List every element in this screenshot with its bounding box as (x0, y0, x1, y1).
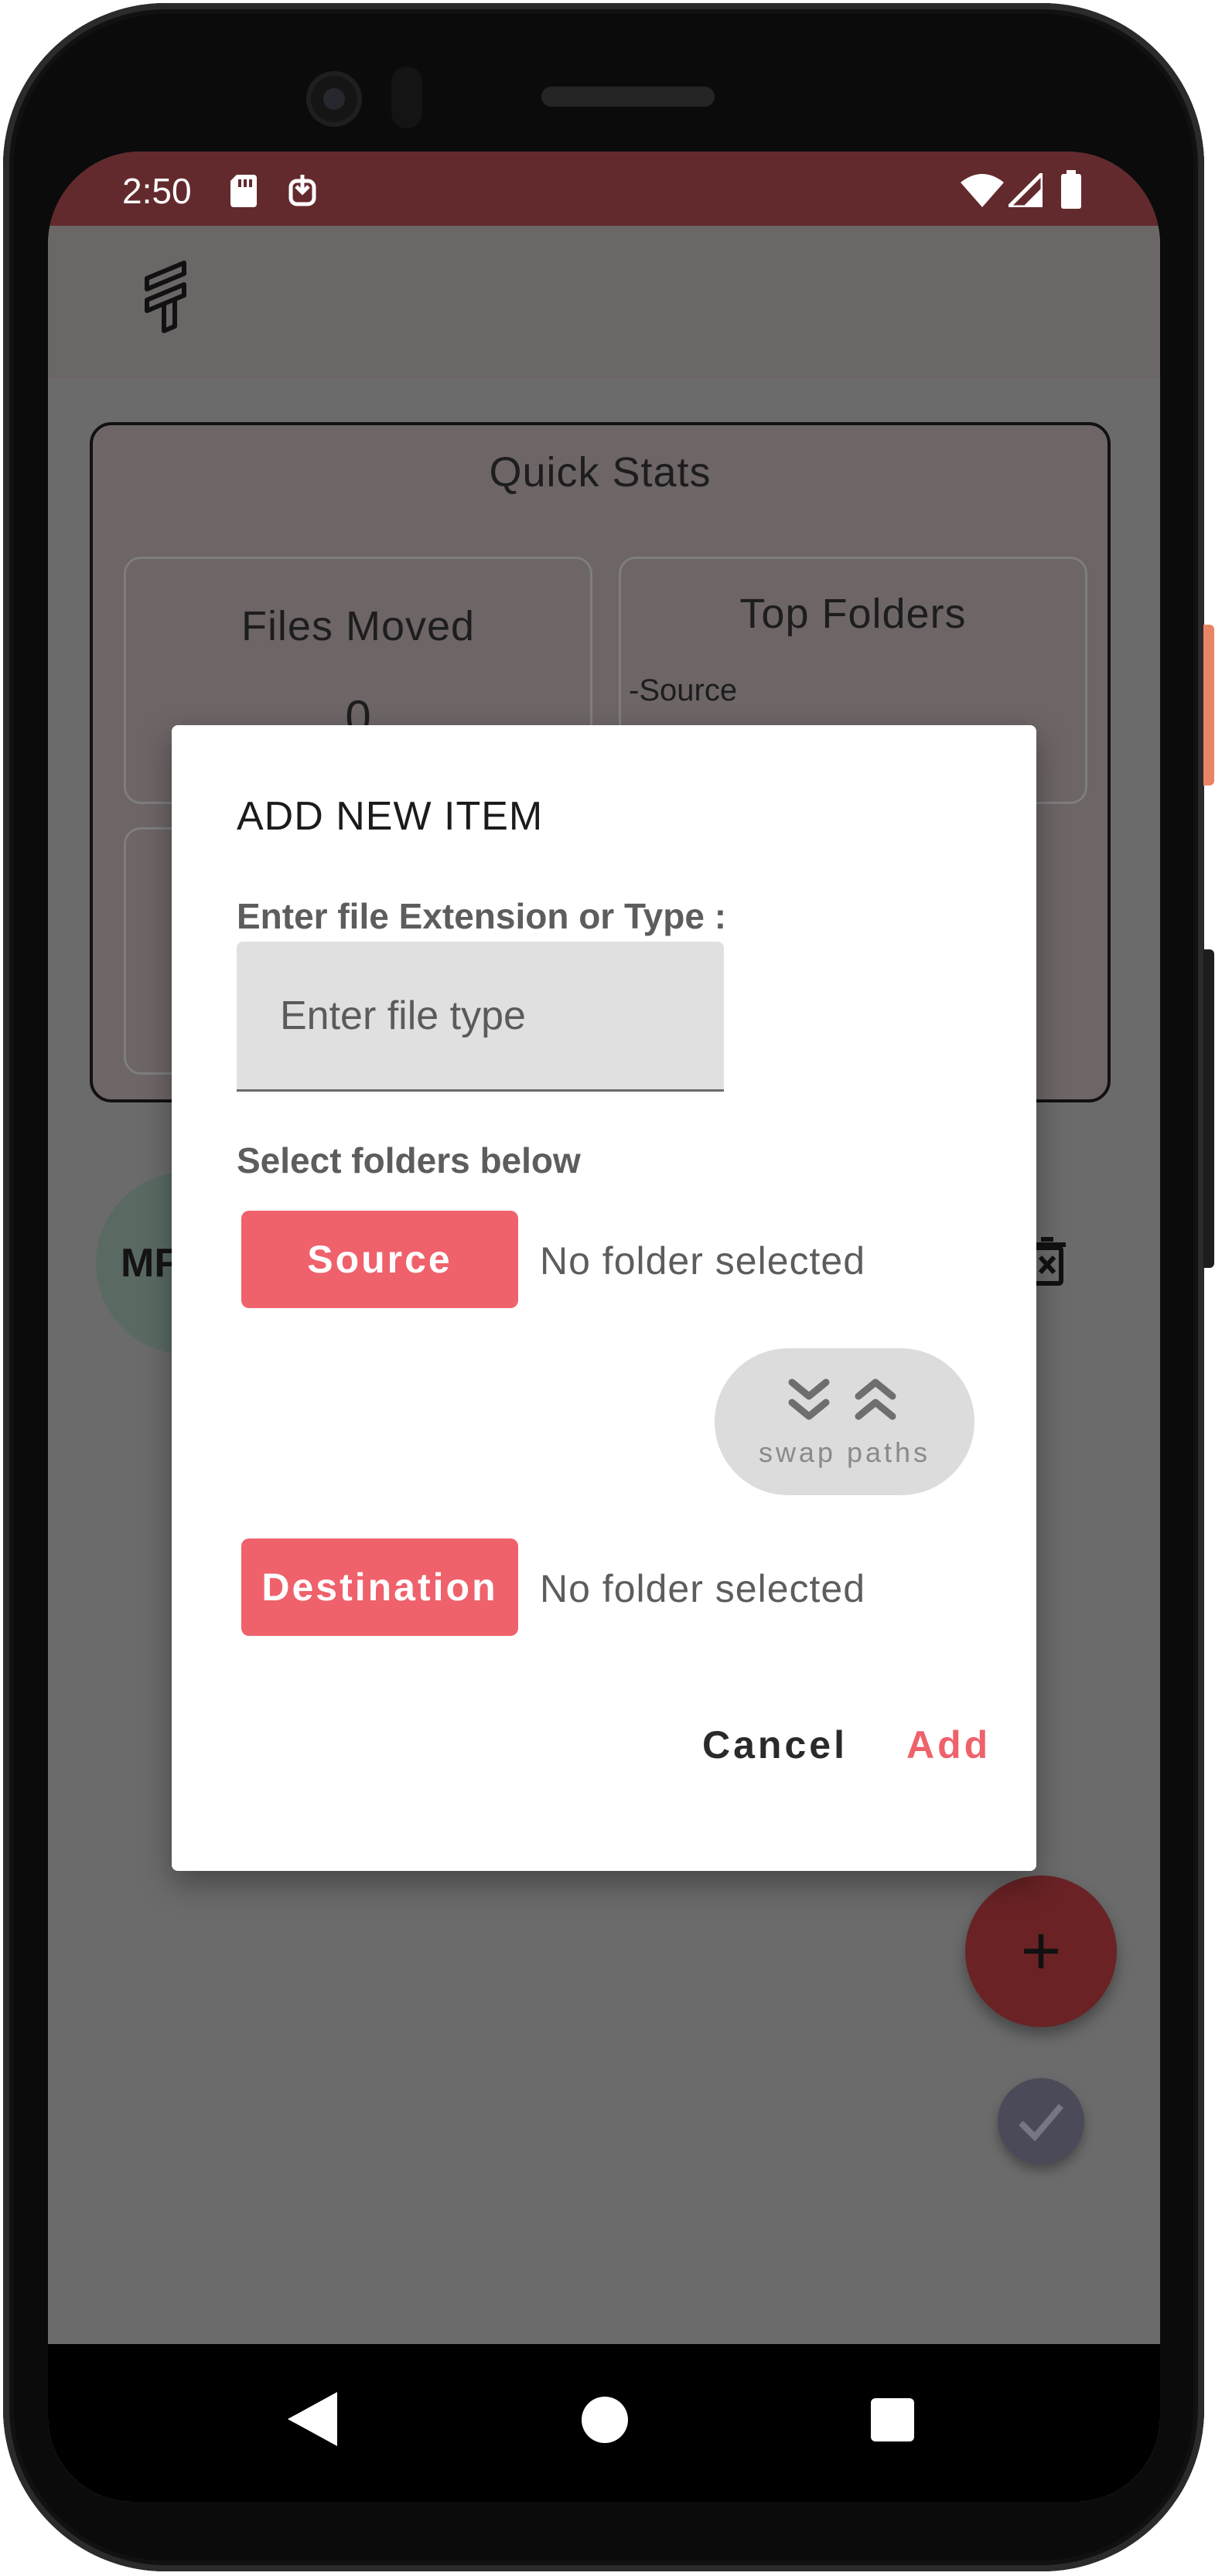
status-bar: 2:50 (48, 152, 1160, 226)
chevrons-down-icon (788, 1378, 830, 1420)
file-type-label: Enter file Extension or Type : (237, 896, 727, 936)
file-type-input[interactable] (237, 942, 724, 1092)
dialog-title: ADD NEW ITEM (237, 794, 544, 839)
cancel-button[interactable]: Cancel (702, 1722, 848, 1767)
source-folder-status: No folder selected (540, 1239, 866, 1283)
chevrons-up-icon (855, 1378, 896, 1420)
power-button (1203, 625, 1214, 785)
top-folders-label: Top Folders (739, 591, 967, 637)
battery-icon (1061, 170, 1081, 209)
earpiece-speaker (541, 87, 715, 107)
sensor (391, 66, 422, 128)
avatar-text: MF (121, 1241, 179, 1286)
top-folders-item: -Source (629, 673, 738, 707)
swap-icon (788, 1378, 896, 1420)
signal-icon (1009, 173, 1043, 207)
front-camera (306, 71, 362, 127)
confirm-fab[interactable] (998, 2078, 1084, 2165)
add-item-fab[interactable]: + (965, 1876, 1117, 2027)
quick-stats-title: Quick Stats (489, 449, 712, 496)
recents-icon[interactable] (871, 2398, 914, 2441)
back-icon[interactable] (288, 2392, 337, 2446)
wifi-icon (961, 174, 1004, 207)
files-moved-label: Files Moved (241, 603, 476, 649)
check-icon (1019, 2104, 1064, 2142)
swap-paths-button[interactable]: swap paths (715, 1348, 974, 1495)
destination-button[interactable]: Destination (241, 1538, 518, 1636)
download-icon (288, 175, 316, 206)
select-folders-label: Select folders below (237, 1140, 581, 1181)
add-button[interactable]: Add (906, 1722, 991, 1767)
add-item-dialog: ADD NEW ITEM Enter file Extension or Typ… (172, 725, 1036, 1871)
volume-button (1203, 949, 1214, 1268)
sd-card-icon (230, 175, 257, 207)
app-bar (48, 226, 1160, 379)
home-icon[interactable] (582, 2397, 628, 2443)
app-logo-icon (145, 261, 186, 333)
swap-paths-label: swap paths (758, 1436, 931, 1468)
source-button[interactable]: Source (241, 1211, 518, 1308)
destination-folder-status: No folder selected (540, 1567, 866, 1610)
navigation-bar (48, 2344, 1160, 2502)
status-time: 2:50 (122, 171, 192, 211)
